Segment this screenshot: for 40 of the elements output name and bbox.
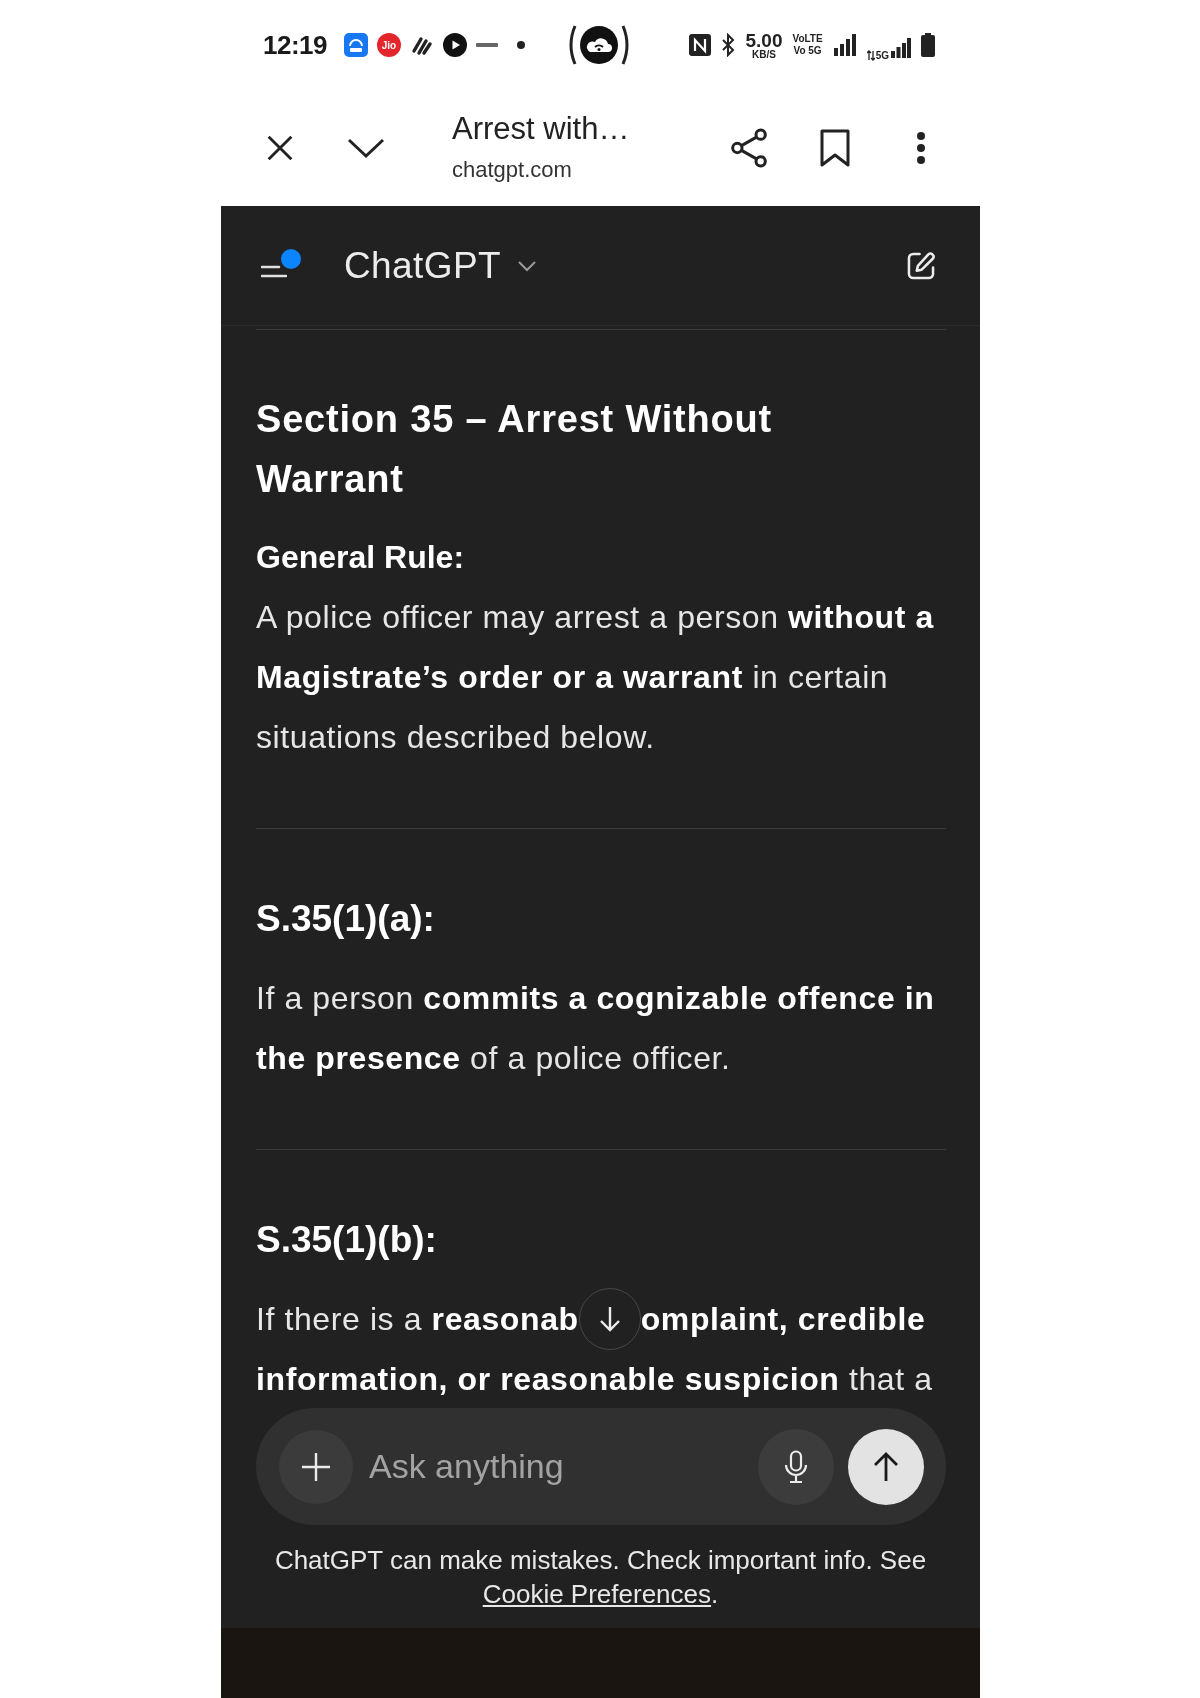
page-url: chatgpt.com [452, 156, 572, 184]
arrow-up-icon [872, 1450, 900, 1483]
section-heading: Section 35 – Arrest Without Warrant [256, 397, 774, 502]
data-arrows-icon [866, 50, 875, 61]
paragraph-text: If there is a reasonab [256, 1300, 579, 1339]
play-icon [443, 33, 467, 57]
paragraph: If a person commits a cognizable offence in the presence of a police officer. [256, 979, 936, 1078]
paragraph: A police officer may arrest a person without a Magistrate’s order or a warrant in certain situations described below. [256, 598, 935, 757]
network-type-text: 5G [875, 50, 889, 62]
subsection-heading: S.35(1)(a): [256, 897, 436, 941]
section-label: General Rule: [256, 538, 466, 577]
battery-icon [921, 33, 935, 57]
paragraph-text: omplaint, credible [640, 1300, 926, 1339]
cookie-preferences-link[interactable]: Cookie Preferences [482, 1579, 712, 1609]
page-title: Arrest with… [452, 111, 630, 147]
network-speed-text: 5.00 [745, 30, 783, 50]
volte-text: VoLTE [792, 33, 823, 45]
message-input[interactable]: Ask anything [369, 1441, 758, 1492]
status-time: 12:19 [263, 29, 327, 61]
notification-dot-icon [517, 41, 525, 49]
bluetooth-icon [721, 33, 736, 57]
disclaimer-text: ChatGPT can make mistakes. Check important info. See Cookie Preferences. [273, 1544, 928, 1611]
app-logo: Jio [377, 33, 401, 57]
subsection-heading: S.35(1)(b): [256, 1218, 438, 1262]
signal-icon [832, 34, 857, 56]
chevron-down-icon [347, 137, 385, 159]
plus-icon [301, 1451, 331, 1482]
model-selector-button[interactable]: ChatGPT [344, 244, 537, 287]
nfc-icon [689, 34, 712, 56]
bookmark-icon [820, 129, 850, 167]
share-icon [729, 127, 769, 169]
app-icon [476, 43, 498, 47]
paragraph-text: information, or reasonable suspicion that a [256, 1360, 933, 1399]
network-speed-unit: KB/S [752, 49, 776, 60]
volte-text: Vo 5G [793, 45, 822, 57]
more-icon [916, 131, 926, 165]
app-icon [344, 33, 368, 57]
chevron-down-icon [517, 259, 537, 272]
signal-icon [891, 38, 911, 58]
microphone-icon [784, 1449, 808, 1484]
